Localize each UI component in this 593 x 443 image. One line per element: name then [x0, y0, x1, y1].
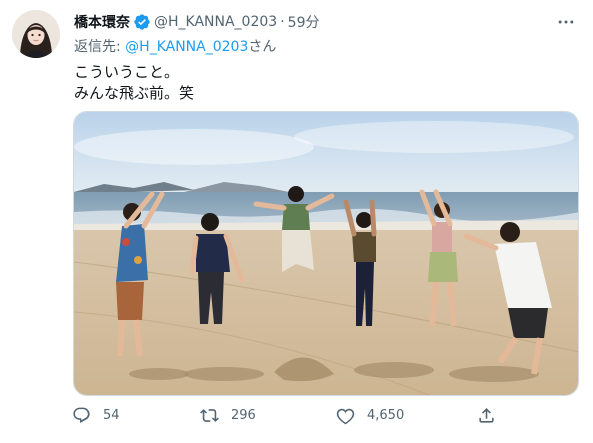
- beach-photo-image: [74, 112, 578, 395]
- separator-dot: ·: [280, 14, 285, 30]
- reply-button[interactable]: 54: [72, 406, 120, 425]
- handle[interactable]: @H_KANNA_0203: [154, 14, 277, 30]
- tweet-actions: 54 296 4,650: [72, 406, 512, 430]
- tweet-header: 橋本環奈 @H_KANNA_0203 · 59分: [74, 12, 319, 32]
- timestamp[interactable]: 59分: [288, 12, 320, 32]
- retweet-count: 296: [231, 408, 256, 423]
- tweet-text-line: みんな飛ぶ前。笑: [74, 84, 195, 102]
- like-button[interactable]: 4,650: [336, 406, 404, 425]
- reply-prefix: 返信先:: [74, 39, 126, 55]
- reply-icon: [73, 407, 90, 423]
- share-button[interactable]: [477, 406, 496, 425]
- tweet-photo[interactable]: [73, 111, 579, 396]
- avatar[interactable]: [12, 10, 60, 58]
- replying-to: 返信先: @H_KANNA_0203さん: [74, 36, 276, 56]
- more-options-icon[interactable]: [555, 12, 577, 32]
- like-count: 4,650: [367, 408, 405, 423]
- retweet-icon: [200, 409, 219, 422]
- reply-mention-link[interactable]: @H_KANNA_0203: [125, 39, 248, 55]
- avatar-image: [12, 10, 60, 58]
- verified-badge-icon: [133, 13, 151, 31]
- share-icon: [479, 408, 494, 423]
- tweet-text: こういうこと。 みんな飛ぶ前。笑: [74, 62, 194, 104]
- retweet-button[interactable]: 296: [200, 406, 256, 425]
- like-icon: [336, 408, 355, 425]
- reply-suffix: さん: [248, 39, 277, 55]
- display-name[interactable]: 橋本環奈: [74, 12, 130, 32]
- reply-count: 54: [103, 408, 120, 423]
- tweet-card[interactable]: 橋本環奈 @H_KANNA_0203 · 59分 返信先: @H_KANNA_0…: [0, 0, 593, 443]
- tweet-text-line: こういうこと。: [74, 63, 180, 81]
